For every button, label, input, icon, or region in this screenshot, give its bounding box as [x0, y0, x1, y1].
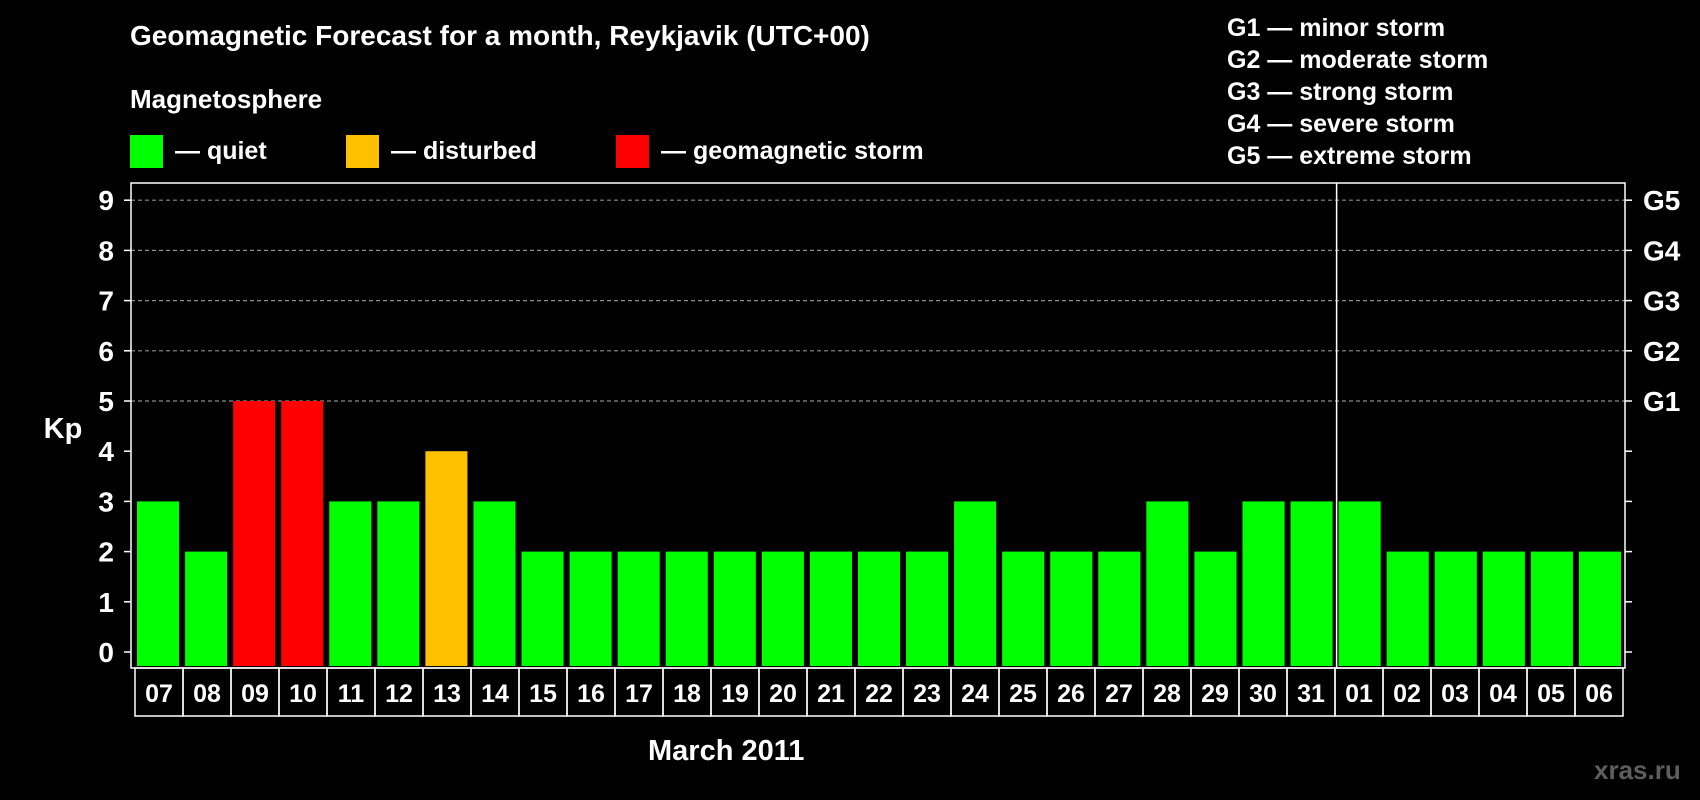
bar-17 [617, 551, 660, 666]
bar-03 [1434, 551, 1477, 666]
bar-16 [569, 551, 612, 666]
bar-02 [1386, 551, 1429, 666]
y-tick-label: 3 [98, 486, 114, 517]
y-tick-label: 0 [98, 637, 114, 668]
bar-08 [185, 551, 228, 666]
x-tick-label: 19 [721, 680, 749, 708]
x-tick-label: 11 [338, 680, 365, 708]
bar-27 [1098, 551, 1141, 666]
x-tick-label: 24 [961, 680, 989, 708]
bar-01 [1338, 501, 1381, 666]
x-tick-label: 29 [1201, 680, 1229, 708]
bar-23 [906, 551, 949, 666]
x-tick-label: 30 [1249, 680, 1277, 708]
y-tick-label: 1 [98, 587, 114, 618]
bar-05 [1530, 551, 1573, 666]
bar-14 [473, 501, 516, 666]
y-tick-label: 4 [98, 436, 114, 467]
x-tick-label: 25 [1009, 680, 1037, 708]
x-tick-label: 10 [289, 680, 317, 708]
x-tick-label: 15 [529, 680, 557, 708]
bar-24 [954, 501, 997, 666]
bar-07 [137, 501, 180, 666]
g-scale-label: G2 [1643, 336, 1680, 367]
watermark: xras.ru [1594, 755, 1681, 785]
x-tick-label: 09 [241, 680, 269, 708]
g-scale-label: G3 [1643, 286, 1680, 317]
y-tick-label: 2 [98, 537, 114, 568]
x-tick-label: 21 [817, 680, 845, 708]
x-tick-label: 02 [1393, 680, 1421, 708]
g-scale-label: G4 [1643, 235, 1681, 266]
x-axis-title: March 2011 [648, 735, 805, 767]
bar-09 [233, 401, 276, 666]
bar-10 [281, 401, 324, 666]
x-tick-label: 14 [481, 680, 509, 708]
y-tick-label: 8 [98, 235, 114, 266]
x-tick-label: 08 [193, 680, 221, 708]
bar-22 [857, 551, 901, 666]
x-tick-label: 20 [769, 680, 797, 708]
x-tick-label: 06 [1585, 680, 1613, 708]
x-tick-label: 28 [1153, 680, 1181, 708]
x-tick-label: 07 [145, 680, 173, 708]
x-tick-label: 17 [625, 680, 653, 708]
x-tick-label: 16 [577, 680, 605, 708]
x-tick-label: 12 [385, 680, 413, 708]
bar-29 [1194, 551, 1237, 666]
bar-20 [761, 551, 804, 666]
x-tick-label: 22 [865, 680, 893, 708]
bar-30 [1242, 501, 1285, 666]
x-tick-label: 04 [1489, 680, 1517, 708]
bar-18 [665, 551, 708, 666]
bar-31 [1290, 501, 1333, 666]
x-tick-label: 18 [673, 680, 701, 708]
x-tick-label: 27 [1105, 680, 1133, 708]
bar-28 [1146, 501, 1189, 666]
x-tick-label: 03 [1441, 680, 1469, 708]
bar-25 [1002, 551, 1045, 666]
x-tick-label: 31 [1297, 680, 1325, 708]
g-scale-label: G1 [1643, 386, 1680, 417]
y-axis-title: Kp [44, 413, 83, 445]
x-tick-label: 05 [1537, 680, 1565, 708]
x-tick-label: 01 [1345, 680, 1373, 708]
x-tick-label: 26 [1057, 680, 1085, 708]
bar-13 [425, 451, 468, 666]
y-tick-label: 7 [98, 286, 114, 317]
x-tick-label: 13 [433, 680, 461, 708]
bar-04 [1482, 551, 1525, 666]
y-tick-label: 9 [98, 185, 114, 216]
x-tick-label: 23 [913, 680, 941, 708]
y-tick-label: 5 [98, 386, 114, 417]
bar-12 [377, 501, 420, 666]
bar-21 [809, 551, 852, 666]
bar-26 [1050, 551, 1093, 666]
bar-06 [1578, 551, 1621, 666]
kp-bar-chart: 0123456789G1G2G3G4G5Kp07 08 09 10 11 12 13 14 15… [44, 182, 1681, 717]
bar-11 [329, 501, 372, 666]
bar-15 [521, 551, 564, 666]
y-tick-label: 6 [98, 336, 114, 367]
g-scale-label: G5 [1643, 185, 1680, 216]
bar-19 [713, 551, 756, 666]
